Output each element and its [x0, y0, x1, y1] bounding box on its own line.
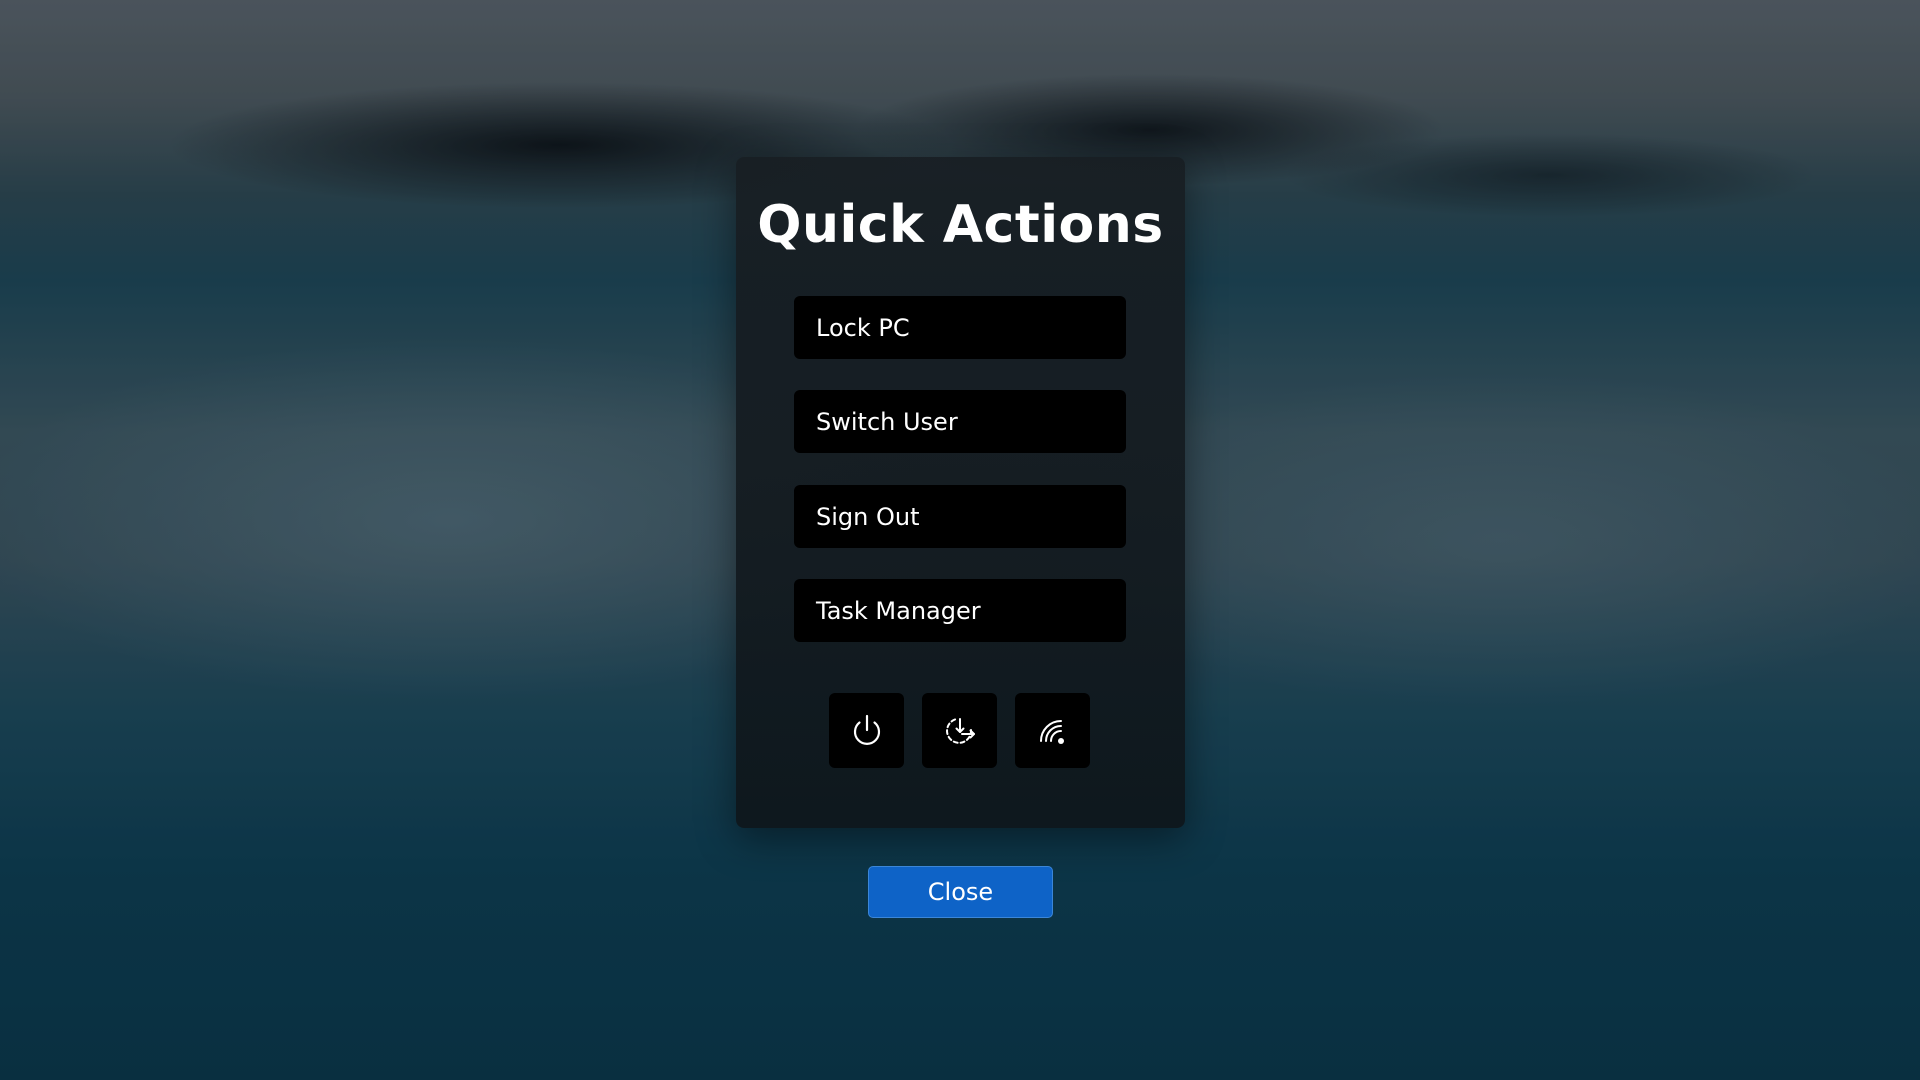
panel-title: Quick Actions	[757, 195, 1164, 255]
lock-pc-button[interactable]: Lock PC	[794, 296, 1126, 359]
wifi-button[interactable]	[1015, 693, 1090, 768]
power-button[interactable]	[829, 693, 904, 768]
restart-button[interactable]	[922, 693, 997, 768]
switch-user-button[interactable]: Switch User	[794, 390, 1126, 453]
wifi-icon	[1039, 719, 1064, 744]
task-manager-button[interactable]: Task Manager	[794, 579, 1126, 642]
quick-actions-panel: Quick Actions Lock PC Switch User Sign O…	[736, 157, 1185, 828]
sign-out-button[interactable]: Sign Out	[794, 485, 1126, 548]
close-button[interactable]: Close	[868, 866, 1053, 918]
power-icon	[853, 714, 880, 745]
restart-icon	[945, 717, 975, 744]
